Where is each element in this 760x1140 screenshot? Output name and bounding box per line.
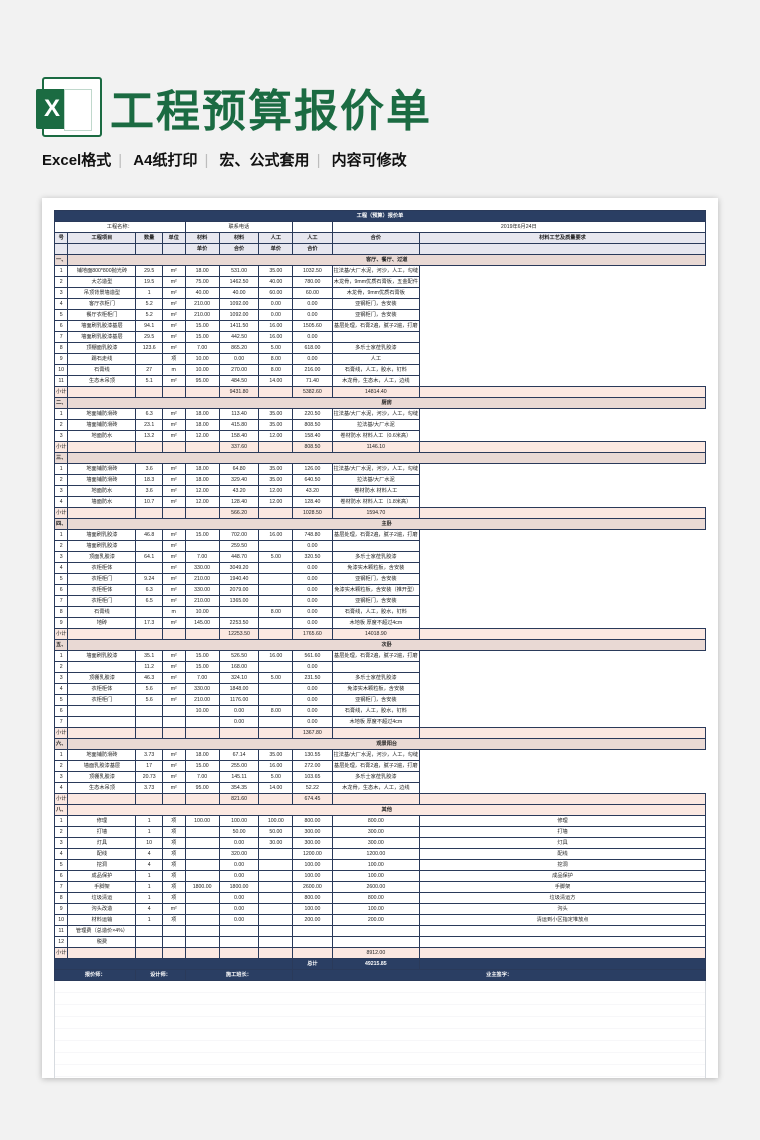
- spreadsheet-preview: 工程（预算）报价单工程名称：联系电话2019年6月24日号工程项目数量单位材料材…: [42, 198, 718, 1078]
- document-title: 工程预算报价单: [110, 75, 432, 139]
- format-meta: Excel格式| A4纸打印| 宏、公式套用| 内容可修改: [0, 143, 760, 198]
- excel-icon: X: [42, 77, 102, 137]
